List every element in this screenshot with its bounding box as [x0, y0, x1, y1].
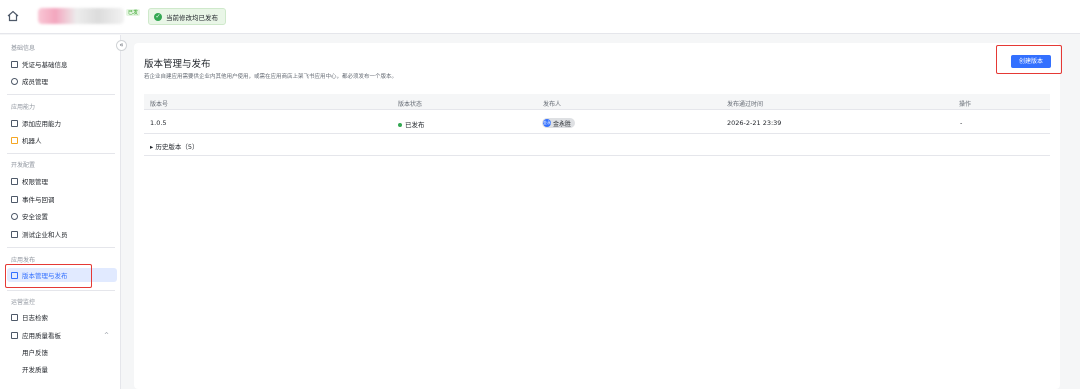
sidebar-item-permissions[interactable]: 权限管理: [7, 174, 117, 188]
publish-status-chip: ✓ 当前修改均已发布: [148, 8, 226, 25]
grid-plus-icon: [11, 119, 18, 127]
sidebar-item-label: 成员管理: [22, 78, 48, 86]
table-header: [144, 94, 1050, 110]
divider: [7, 94, 115, 95]
chevron-up-icon[interactable]: ^: [104, 332, 109, 339]
sidebar-item-label: 权限管理: [22, 178, 48, 186]
user-icon: [11, 77, 18, 85]
column-publisher: 发布人: [543, 101, 562, 108]
avatar: 金永: [543, 119, 551, 127]
history-versions-toggle[interactable]: ▸ 历史版本（5）: [150, 141, 198, 151]
cell-actions: -: [960, 119, 963, 127]
column-actions: 操作: [959, 101, 972, 108]
page-description: 若企业自建应用需要供企业内其他用户使用，或需在应用商店上架飞书应用中心，都必须发…: [144, 74, 398, 80]
sidebar-item-events[interactable]: 事件与回调: [7, 192, 117, 206]
column-version: 版本号: [150, 101, 169, 108]
publish-status-text: 当前修改均已发布: [166, 13, 218, 22]
cell-status: 已发布: [398, 119, 425, 129]
section-ops-monitor: 运营监控: [11, 299, 36, 306]
sidebar-item-dev-quality[interactable]: 开发质量: [7, 362, 117, 376]
highlight-box-sidebar: [5, 264, 92, 288]
log-icon: [11, 313, 18, 321]
sidebar-item-credentials[interactable]: 凭证与基础信息: [7, 57, 117, 71]
shield-icon: [11, 212, 18, 220]
app-status-tag: 已发: [126, 9, 141, 16]
id-card-icon: [11, 60, 18, 68]
sidebar-item-members[interactable]: 成员管理: [7, 74, 117, 88]
event-icon: [11, 195, 18, 203]
publisher-chip[interactable]: 金永 金永胜: [542, 118, 576, 128]
divider: [7, 247, 115, 248]
sidebar-item-label: 应用质量看板: [22, 332, 61, 340]
lock-icon: [11, 177, 18, 185]
history-label-text: 历史版本（5）: [155, 143, 199, 151]
sidebar-item-log-search[interactable]: 日志检索: [7, 310, 117, 324]
check-circle-icon: ✓: [154, 12, 162, 21]
column-approved-time: 发布通过时间: [727, 101, 764, 108]
divider: [7, 153, 115, 154]
test-icon: [11, 230, 18, 238]
sidebar-item-bot[interactable]: 机器人: [7, 133, 117, 147]
sidebar-item-label: 开发质量: [22, 366, 48, 374]
sidebar-item-label: 安全设置: [22, 213, 48, 221]
robot-icon: [11, 136, 18, 144]
sidebar-item-label: 添加应用能力: [22, 120, 61, 128]
section-app-ability: 应用能力: [11, 104, 36, 111]
sidebar-item-user-feedback[interactable]: 用户反馈: [7, 345, 117, 359]
history-row[interactable]: [144, 136, 1050, 156]
cell-version: 1.0.5: [150, 119, 167, 127]
page-title: 版本管理与发布: [144, 59, 211, 70]
sidebar-item-security[interactable]: 安全设置: [7, 209, 117, 223]
sidebar-item-add-ability[interactable]: 添加应用能力: [7, 116, 117, 130]
divider: [7, 290, 115, 291]
chart-icon: [11, 331, 18, 339]
sidebar-item-label: 日志检索: [22, 314, 48, 322]
sidebar-item-label: 用户反馈: [22, 349, 48, 357]
section-basic-info: 基础信息: [11, 45, 36, 52]
sidebar-item-label: 测试企业和人员: [22, 231, 68, 239]
top-bar: 已发 ✓ 当前修改均已发布: [0, 0, 1080, 34]
sidebar-item-label: 凭证与基础信息: [22, 61, 68, 69]
highlight-box-create: [996, 45, 1062, 74]
sidebar-item-label: 事件与回调: [22, 196, 55, 204]
app-name-blurred[interactable]: [38, 8, 124, 24]
home-icon[interactable]: [6, 9, 20, 23]
status-dot: [398, 123, 402, 127]
section-dev-config: 开发配置: [11, 162, 36, 169]
cell-approved-time: 2026-2-21 23:39: [727, 119, 782, 127]
sidebar-item-quality-board[interactable]: 应用质量看板 ^: [7, 328, 117, 342]
column-status: 版本状态: [398, 101, 423, 108]
collapse-sidebar-icon[interactable]: «: [116, 40, 127, 51]
status-text: 已发布: [405, 121, 425, 129]
sidebar-item-label: 机器人: [22, 137, 42, 145]
table-row: [144, 112, 1050, 134]
publisher-name: 金永胜: [553, 120, 572, 128]
sidebar-item-test-enterprise[interactable]: 测试企业和人员: [7, 227, 117, 241]
section-app-release: 应用发布: [11, 257, 36, 264]
